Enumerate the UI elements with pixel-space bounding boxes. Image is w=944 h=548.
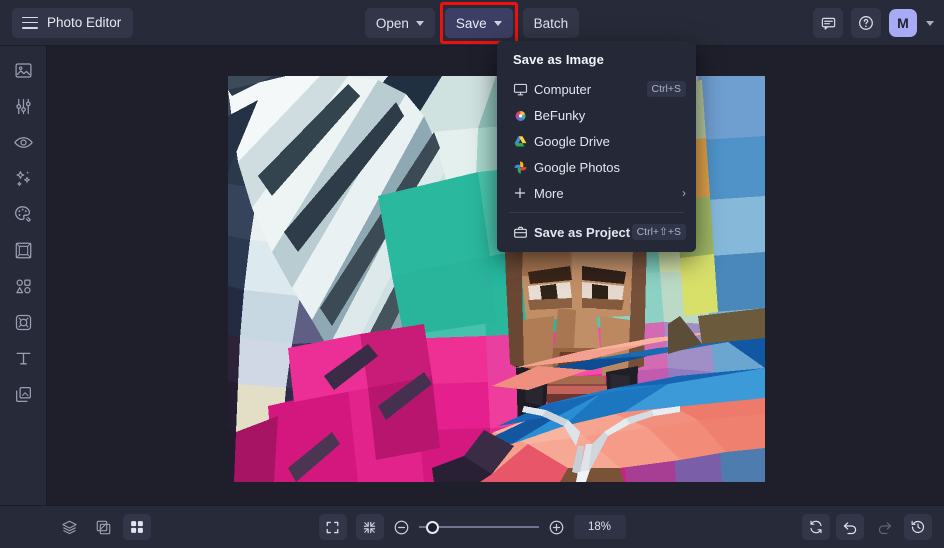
sparkles-icon [13, 168, 33, 188]
sidebar-item-text[interactable] [6, 346, 40, 370]
menu-item-label: More [534, 186, 682, 201]
history-button[interactable] [904, 514, 932, 540]
zoom-out-button[interactable] [393, 519, 410, 536]
editor-canvas[interactable] [47, 46, 944, 505]
plus-icon [513, 186, 534, 200]
minus-circle-icon [393, 519, 410, 536]
palette-icon [13, 204, 33, 224]
monitor-icon [513, 82, 534, 97]
hamburger-icon [22, 17, 38, 29]
chevron-down-icon [494, 21, 502, 26]
save-menu-title: Save as Image [497, 49, 696, 76]
save-button-wrapper: Save [445, 8, 513, 38]
text-icon [14, 349, 33, 368]
sidebar-item-touch-up[interactable] [6, 130, 40, 154]
save-dropdown-menu: Save as Image Computer Ctrl+S [497, 41, 696, 252]
sticker-icon [14, 313, 33, 332]
google-photos-icon [513, 160, 534, 175]
top-toolbar: Photo Editor Open Save Batch [0, 0, 944, 46]
shrink-button[interactable] [356, 514, 384, 540]
google-drive-icon [513, 134, 534, 149]
menu-item-shortcut: Ctrl+⇧+S [632, 224, 686, 240]
sidebar-item-artsy[interactable] [6, 202, 40, 226]
sidebar-item-frames[interactable] [6, 238, 40, 262]
menu-item-more[interactable]: More › [497, 180, 696, 206]
batch-button[interactable]: Batch [523, 8, 580, 38]
undo-icon [842, 519, 859, 536]
menu-divider [509, 212, 684, 213]
batch-label: Batch [534, 16, 569, 31]
sidebar-item-effects[interactable] [6, 166, 40, 190]
befunky-icon [513, 108, 534, 123]
history-icon [910, 519, 926, 535]
menu-item-google-drive[interactable]: Google Drive [497, 128, 696, 154]
chevron-down-icon [416, 21, 424, 26]
account-chevron-down-icon[interactable] [926, 21, 934, 26]
undo-button[interactable] [836, 514, 864, 540]
fit-screen-icon [325, 520, 340, 535]
sidebar-item-image[interactable] [6, 58, 40, 82]
menu-item-label: Computer [534, 82, 647, 97]
feedback-button[interactable] [813, 8, 843, 38]
fit-screen-button[interactable] [319, 514, 347, 540]
sidebar-item-layers[interactable] [6, 382, 40, 406]
save-button[interactable]: Save [445, 8, 513, 38]
menu-item-befunky[interactable]: BeFunky [497, 102, 696, 128]
plus-circle-icon [548, 519, 565, 536]
layers-stack-icon [14, 385, 33, 404]
shrink-icon [362, 520, 377, 535]
feedback-icon [821, 16, 836, 31]
avatar[interactable]: M [889, 9, 917, 37]
zoom-in-button[interactable] [548, 519, 565, 536]
shapes-icon [14, 277, 33, 296]
photo-editor-app: Photo Editor Open Save Batch [0, 0, 944, 548]
bottom-toolbar: 18% [0, 505, 944, 548]
save-label: Save [456, 16, 487, 31]
menu-item-label: Google Photos [534, 160, 686, 175]
help-button[interactable] [851, 8, 881, 38]
sliders-icon [14, 97, 33, 116]
bottom-right-tools [802, 514, 932, 540]
sidebar-item-overlays[interactable] [6, 310, 40, 334]
zoom-slider-handle[interactable] [426, 521, 439, 534]
menu-item-label: BeFunky [534, 108, 686, 123]
reset-icon [808, 519, 824, 535]
toolbar-right-group: M [813, 0, 934, 46]
menu-item-google-photos[interactable]: Google Photos [497, 154, 696, 180]
open-button[interactable]: Open [365, 8, 435, 38]
menu-item-label: Google Drive [534, 134, 686, 149]
help-icon [858, 15, 874, 31]
zoom-level-value[interactable]: 18% [574, 515, 626, 539]
image-icon [14, 61, 33, 80]
sidebar-item-graphics[interactable] [6, 274, 40, 298]
left-sidebar [0, 46, 47, 505]
app-title: Photo Editor [47, 15, 121, 30]
toolbar-center-group: Open Save Batch [0, 0, 944, 46]
avatar-initial: M [897, 15, 909, 31]
briefcase-icon [513, 225, 534, 240]
frame-icon [14, 241, 33, 260]
app-menu-button[interactable]: Photo Editor [12, 8, 133, 38]
menu-item-computer[interactable]: Computer Ctrl+S [497, 76, 696, 102]
redo-icon [876, 519, 893, 536]
redo-button[interactable] [870, 514, 898, 540]
eye-icon [13, 132, 34, 153]
sidebar-item-edit[interactable] [6, 94, 40, 118]
open-label: Open [376, 16, 409, 31]
reset-button[interactable] [802, 514, 830, 540]
menu-item-save-as-project[interactable]: Save as Project Ctrl+⇧+S [497, 219, 696, 245]
chevron-right-icon: › [682, 186, 686, 200]
zoom-slider[interactable] [419, 520, 539, 534]
menu-item-shortcut: Ctrl+S [647, 81, 686, 97]
menu-item-label: Save as Project [534, 225, 632, 240]
